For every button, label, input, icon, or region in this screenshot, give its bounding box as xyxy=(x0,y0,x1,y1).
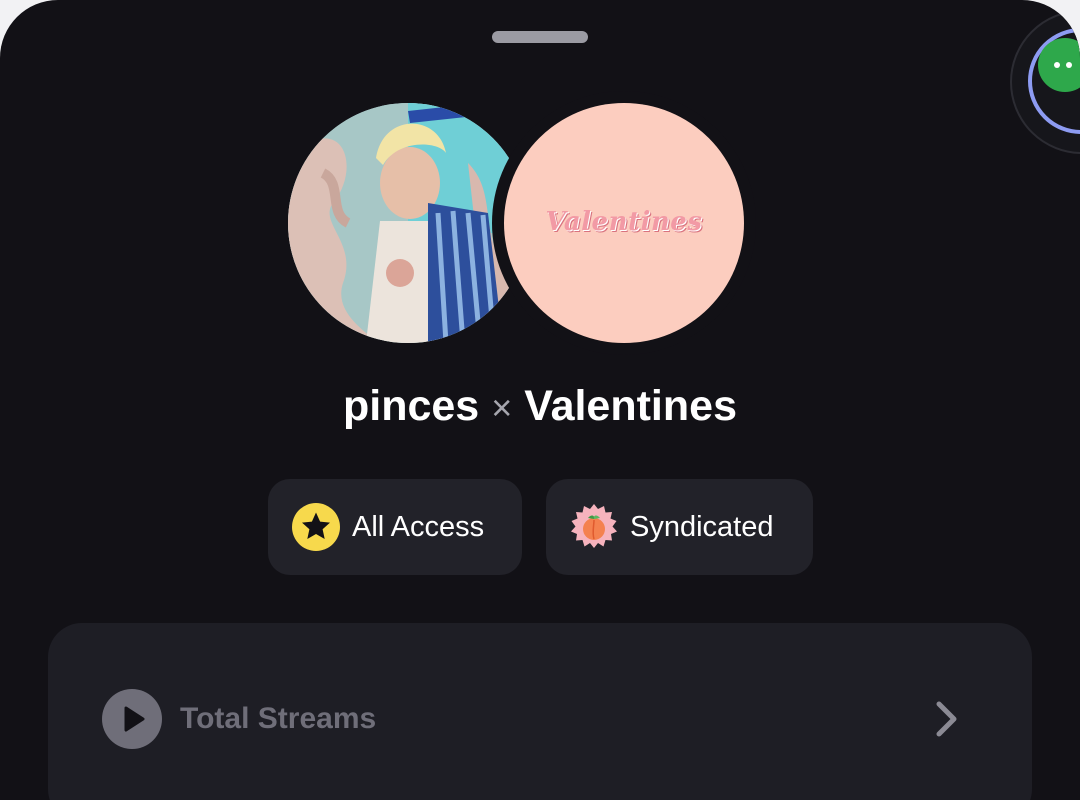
assistant-bubble[interactable] xyxy=(1010,10,1080,154)
label-logo: Valentines xyxy=(545,207,703,237)
bottom-sheet: Valentines pinces × Valentines All Access … xyxy=(0,0,1080,800)
label-name: Valentines xyxy=(524,382,737,430)
syndicated-badge[interactable]: Syndicated xyxy=(546,479,813,575)
artist-name: pinces xyxy=(343,382,480,430)
label-avatar[interactable]: Valentines xyxy=(504,103,744,343)
all-access-badge[interactable]: All Access xyxy=(268,479,522,575)
collab-separator: × xyxy=(491,387,513,428)
total-streams-label: Total Streams xyxy=(180,702,377,735)
syndicated-label: Syndicated xyxy=(630,511,774,543)
stats-card: Total Streams xyxy=(48,623,1032,800)
dots-icon xyxy=(1054,62,1078,68)
peach-badge-icon xyxy=(571,504,617,548)
collab-title: pinces × Valentines xyxy=(0,378,1080,436)
total-streams-row[interactable]: Total Streams xyxy=(48,623,1032,800)
play-icon xyxy=(102,689,162,749)
chevron-right-icon xyxy=(936,701,957,737)
sheet-grab-handle[interactable] xyxy=(492,31,588,43)
all-access-label: All Access xyxy=(352,511,485,543)
star-badge-icon xyxy=(292,503,340,551)
